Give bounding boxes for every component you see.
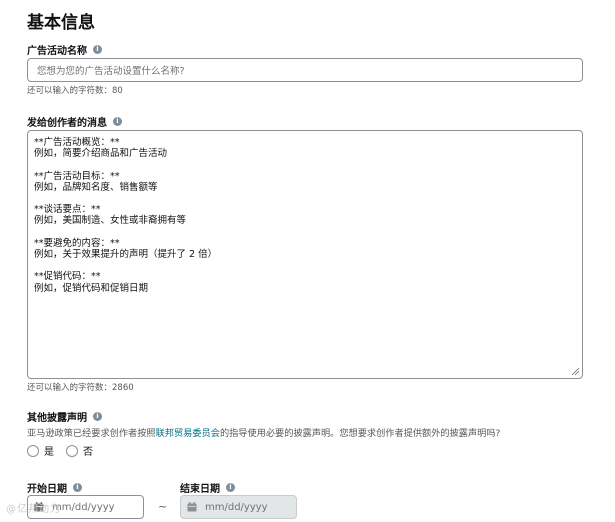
radio-yes-label[interactable]: 是 (44, 443, 54, 458)
start-date-label-row: 开始日期 i (27, 480, 82, 495)
info-icon[interactable]: i (226, 483, 235, 492)
creator-message-content: **广告活动概览：** 例如，简要介绍商品和广告活动 **广告活动目标：** 例… (34, 137, 218, 294)
creator-message-label: 发给创作者的消息 (27, 118, 107, 129)
campaign-name-label-row: 广告活动名称 i (27, 42, 102, 57)
info-icon[interactable]: i (93, 45, 102, 54)
info-icon[interactable]: i (113, 117, 122, 126)
ftc-link[interactable]: 联邦贸易委员会 (156, 428, 220, 439)
start-date-placeholder: mm/dd/yyyy (52, 501, 115, 513)
calendar-icon (187, 502, 197, 512)
disclosure-label-row: 其他披露声明 i (27, 409, 102, 424)
creator-message-label-row: 发给创作者的消息 i (27, 114, 122, 129)
disclosure-options: 是 否 (27, 443, 93, 458)
end-date-placeholder: mm/dd/yyyy (205, 501, 268, 513)
campaign-name-placeholder: 您想为您的广告活动设置什么名称? (37, 66, 185, 77)
campaign-name-input[interactable]: 您想为您的广告活动设置什么名称? (27, 58, 583, 82)
date-separator: ~ (158, 500, 168, 513)
section-title: 基本信息 (27, 13, 95, 33)
watermark: @亿邦动力 (6, 504, 61, 515)
creator-message-textarea[interactable]: **广告活动概览：** 例如，简要介绍商品和广告活动 **广告活动目标：** 例… (27, 130, 583, 379)
end-date-label-row: 结束日期 i (180, 480, 235, 495)
creator-message-counter: 还可以输入的字符数：2860 (27, 383, 134, 393)
end-date-input[interactable]: mm/dd/yyyy (180, 495, 297, 519)
campaign-name-counter: 还可以输入的字符数：80 (27, 86, 123, 96)
info-icon[interactable]: i (93, 412, 102, 421)
disclosure-desc-text: 亚马逊政策已经要求创作者按照 (27, 428, 156, 439)
radio-no[interactable] (66, 444, 78, 457)
campaign-name-label: 广告活动名称 (27, 46, 87, 57)
disclosure-description: 亚马逊政策已经要求创作者按照联邦贸易委员会的指导使用必要的披露声明。您想要求创作… (27, 425, 500, 439)
disclosure-desc-text-2: 的指导使用必要的披露声明。您想要求创作者提供额外的披露声明吗? (219, 428, 501, 439)
info-icon[interactable]: i (73, 483, 82, 492)
disclosure-label: 其他披露声明 (27, 413, 87, 424)
start-date-label: 开始日期 (27, 484, 67, 495)
resize-grip-icon[interactable] (572, 368, 579, 375)
radio-yes[interactable] (27, 444, 39, 457)
radio-no-label[interactable]: 否 (83, 443, 93, 458)
end-date-label: 结束日期 (180, 484, 220, 495)
